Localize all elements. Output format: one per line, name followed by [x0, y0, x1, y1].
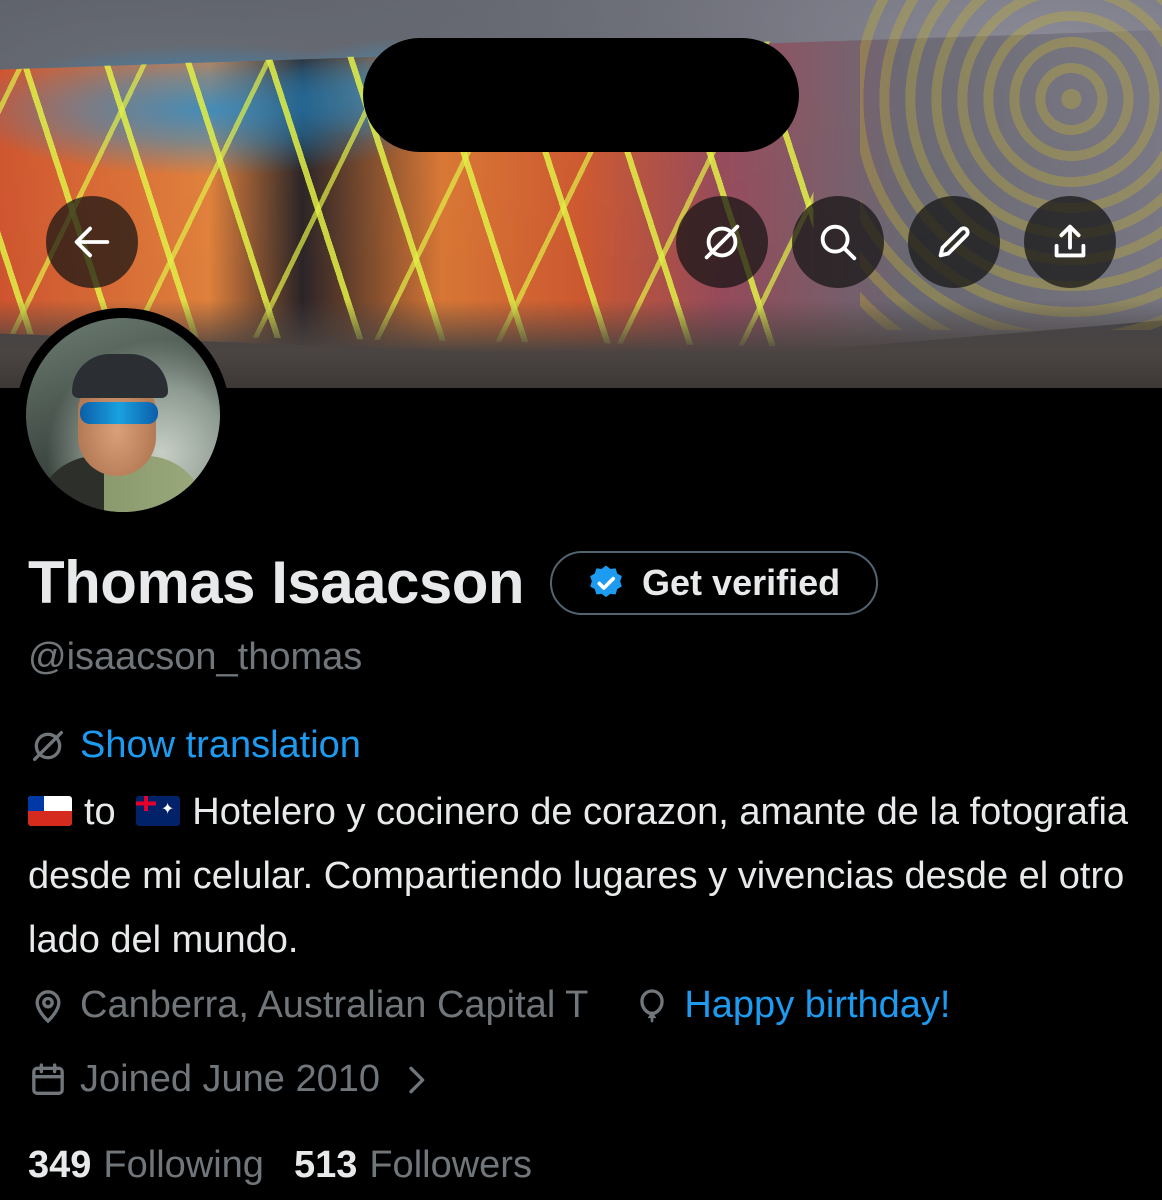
share-button[interactable]: [1024, 196, 1116, 288]
following-count: 349: [28, 1144, 92, 1186]
show-translation-link[interactable]: Show translation: [28, 724, 361, 767]
verified-badge-icon: [590, 565, 622, 597]
profile-handle: @isaacson_thomas: [28, 636, 363, 678]
profile-meta-location: Canberra, Australian Capital T Happy bir…: [28, 984, 951, 1027]
back-button[interactable]: [46, 196, 138, 288]
bio-text: Hotelero y cocinero de corazon, amante d…: [28, 791, 1129, 961]
arrow-left-icon: [74, 226, 110, 258]
followers-count: 513: [293, 1144, 358, 1186]
profile-meta-joined[interactable]: Joined June 2010: [28, 1058, 448, 1101]
location-pin-icon: [35, 989, 61, 1023]
birthday-text: Happy birthday!: [684, 984, 951, 1026]
followers-link[interactable]: 513 Followers: [294, 1144, 562, 1187]
avatar[interactable]: [26, 318, 220, 512]
translate-icon: [704, 224, 740, 260]
bio-to: to: [84, 791, 116, 833]
search-button[interactable]: [792, 196, 884, 288]
edit-icon: [938, 226, 970, 258]
following-label: Following: [103, 1144, 264, 1186]
birthday-link[interactable]: Happy birthday!: [632, 984, 951, 1027]
translate-icon: [33, 730, 63, 761]
avatar-glasses: [80, 402, 158, 424]
location-text: Canberra, Australian Capital T: [80, 984, 589, 1026]
followers-label: Followers: [369, 1144, 532, 1186]
translate-button[interactable]: [676, 196, 768, 288]
get-verified-button[interactable]: Get verified: [550, 550, 879, 615]
profile-bio: to Hotelero y cocinero de corazon, amant…: [28, 780, 1138, 972]
joined-text: Joined June 2010: [80, 1058, 381, 1100]
name-row: Thomas Isaacson Get verified: [28, 548, 879, 617]
share-icon: [1054, 224, 1086, 258]
banner-mural-pattern: [860, 0, 1162, 330]
balloon-icon: [640, 988, 665, 1022]
following-link[interactable]: 349 Following: [28, 1144, 294, 1187]
chevron-right-icon: [409, 1066, 425, 1093]
edit-button[interactable]: [908, 196, 1000, 288]
show-translation-label: Show translation: [80, 724, 361, 766]
camera-notch: [363, 38, 799, 152]
get-verified-label: Get verified: [642, 561, 841, 603]
avatar-cap: [72, 354, 168, 398]
australia-flag-icon: [136, 796, 181, 826]
search-icon: [820, 224, 857, 261]
chile-flag-icon: [28, 796, 72, 826]
profile-name: Thomas Isaacson: [28, 549, 525, 616]
profile-stats: 349 Following 513 Followers: [28, 1144, 562, 1187]
calendar-icon: [32, 1062, 64, 1095]
